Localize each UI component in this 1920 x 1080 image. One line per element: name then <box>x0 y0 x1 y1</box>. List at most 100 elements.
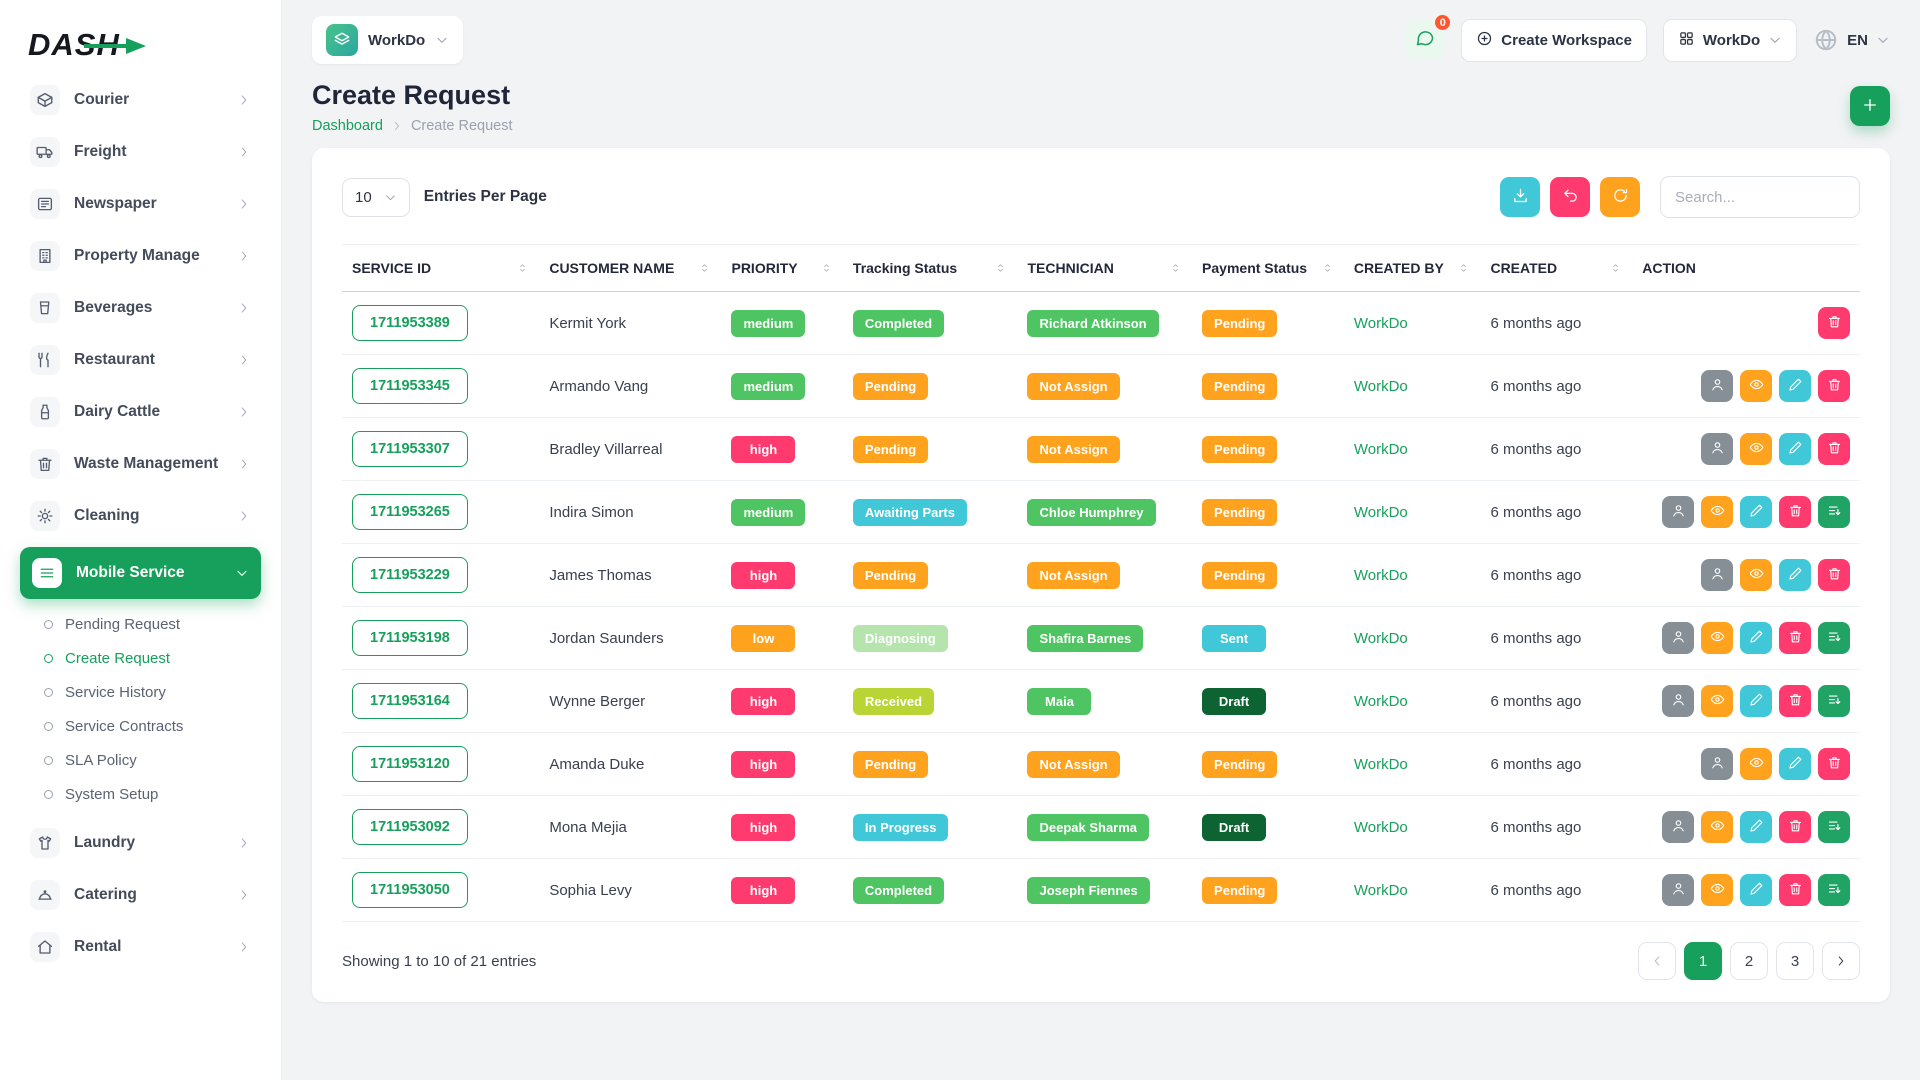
tasks-action-button[interactable] <box>1818 811 1850 843</box>
view-action-button[interactable] <box>1701 685 1733 717</box>
workspace-dropdown[interactable]: WorkDo <box>1663 19 1797 62</box>
view-action-button[interactable] <box>1701 874 1733 906</box>
delete-action-button[interactable] <box>1818 748 1850 780</box>
sidebar-subitem-pending-request[interactable]: Pending Request <box>36 607 261 641</box>
created-by-link[interactable]: WorkDo <box>1354 567 1408 584</box>
language-selector[interactable]: EN <box>1813 27 1890 53</box>
created-by-link[interactable]: WorkDo <box>1354 504 1408 521</box>
column-header-payment-status[interactable]: Payment Status <box>1192 245 1344 292</box>
breadcrumb-dashboard-link[interactable]: Dashboard <box>312 118 383 134</box>
page-button-3[interactable]: 3 <box>1776 942 1814 980</box>
edit-action-button[interactable] <box>1740 685 1772 717</box>
column-header-created-by[interactable]: CREATED BY <box>1344 245 1481 292</box>
sidebar-item-courier[interactable]: Courier <box>20 74 261 126</box>
delete-action-button[interactable] <box>1818 559 1850 591</box>
column-header-priority[interactable]: PRIORITY <box>721 245 842 292</box>
sidebar-item-property-manage[interactable]: Property Manage <box>20 230 261 282</box>
service-id-badge[interactable]: 1711953198 <box>352 620 468 656</box>
tasks-action-button[interactable] <box>1818 685 1850 717</box>
page-button-2[interactable]: 2 <box>1730 942 1768 980</box>
view-action-button[interactable] <box>1740 748 1772 780</box>
export-button[interactable] <box>1500 177 1540 217</box>
service-id-badge[interactable]: 1711953164 <box>352 683 468 719</box>
delete-action-button[interactable] <box>1779 685 1811 717</box>
sidebar-item-dairy-cattle[interactable]: Dairy Cattle <box>20 386 261 438</box>
service-id-badge[interactable]: 1711953345 <box>352 368 468 404</box>
view-action-button[interactable] <box>1701 811 1733 843</box>
assign-action-button[interactable] <box>1662 496 1694 528</box>
assign-action-button[interactable] <box>1701 748 1733 780</box>
edit-action-button[interactable] <box>1740 622 1772 654</box>
tasks-action-button[interactable] <box>1818 622 1850 654</box>
sidebar-subitem-system-setup[interactable]: System Setup <box>36 777 261 811</box>
assign-action-button[interactable] <box>1662 685 1694 717</box>
created-by-link[interactable]: WorkDo <box>1354 693 1408 710</box>
sort-icon[interactable] <box>1321 262 1334 275</box>
service-id-badge[interactable]: 1711953265 <box>352 494 468 530</box>
delete-action-button[interactable] <box>1818 433 1850 465</box>
service-id-badge[interactable]: 1711953092 <box>352 809 468 845</box>
assign-action-button[interactable] <box>1662 622 1694 654</box>
column-header-technician[interactable]: TECHNICIAN <box>1017 245 1192 292</box>
assign-action-button[interactable] <box>1701 433 1733 465</box>
edit-action-button[interactable] <box>1740 811 1772 843</box>
view-action-button[interactable] <box>1701 622 1733 654</box>
sort-icon[interactable] <box>994 262 1007 275</box>
sidebar-subitem-create-request[interactable]: Create Request <box>36 641 261 675</box>
sidebar-item-freight[interactable]: Freight <box>20 126 261 178</box>
refresh-button[interactable] <box>1600 177 1640 217</box>
next-page-button[interactable] <box>1822 942 1860 980</box>
edit-action-button[interactable] <box>1740 874 1772 906</box>
sort-icon[interactable] <box>1609 262 1622 275</box>
sidebar-item-beverages[interactable]: Beverages <box>20 282 261 334</box>
sort-icon[interactable] <box>820 262 833 275</box>
delete-action-button[interactable] <box>1818 370 1850 402</box>
created-by-link[interactable]: WorkDo <box>1354 630 1408 647</box>
sidebar-item-waste-management[interactable]: Waste Management <box>20 438 261 490</box>
view-action-button[interactable] <box>1740 559 1772 591</box>
sidebar-item-cleaning[interactable]: Cleaning <box>20 490 261 542</box>
previous-page-button[interactable] <box>1638 942 1676 980</box>
sidebar-subitem-service-contracts[interactable]: Service Contracts <box>36 709 261 743</box>
sidebar-item-laundry[interactable]: Laundry <box>20 817 261 869</box>
column-header-service-id[interactable]: SERVICE ID <box>342 245 539 292</box>
edit-action-button[interactable] <box>1779 433 1811 465</box>
sidebar-item-restaurant[interactable]: Restaurant <box>20 334 261 386</box>
entries-per-page-select[interactable]: 10 <box>342 178 410 217</box>
delete-action-button[interactable] <box>1818 307 1850 339</box>
sidebar-item-catering[interactable]: Catering <box>20 869 261 921</box>
assign-action-button[interactable] <box>1701 370 1733 402</box>
created-by-link[interactable]: WorkDo <box>1354 378 1408 395</box>
page-button-1[interactable]: 1 <box>1684 942 1722 980</box>
app-logo[interactable]: DASH <box>28 18 261 72</box>
created-by-link[interactable]: WorkDo <box>1354 441 1408 458</box>
delete-action-button[interactable] <box>1779 874 1811 906</box>
sidebar-item-rental[interactable]: Rental <box>20 921 261 973</box>
sidebar-item-newspaper[interactable]: Newspaper <box>20 178 261 230</box>
back-button[interactable] <box>1550 177 1590 217</box>
view-action-button[interactable] <box>1740 433 1772 465</box>
column-header-created[interactable]: CREATED <box>1480 245 1632 292</box>
created-by-link[interactable]: WorkDo <box>1354 819 1408 836</box>
service-id-badge[interactable]: 1711953389 <box>352 305 468 341</box>
assign-action-button[interactable] <box>1701 559 1733 591</box>
column-header-tracking-status[interactable]: Tracking Status <box>843 245 1018 292</box>
sort-icon[interactable] <box>516 262 529 275</box>
edit-action-button[interactable] <box>1779 748 1811 780</box>
sort-icon[interactable] <box>1169 262 1182 275</box>
tasks-action-button[interactable] <box>1818 496 1850 528</box>
assign-action-button[interactable] <box>1662 874 1694 906</box>
sidebar-item-mobile-service[interactable]: Mobile Service <box>20 547 261 599</box>
tasks-action-button[interactable] <box>1818 874 1850 906</box>
column-header-customer-name[interactable]: CUSTOMER NAME <box>539 245 721 292</box>
edit-action-button[interactable] <box>1779 559 1811 591</box>
add-request-button[interactable] <box>1850 86 1890 126</box>
delete-action-button[interactable] <box>1779 811 1811 843</box>
service-id-badge[interactable]: 1711953050 <box>352 872 468 908</box>
view-action-button[interactable] <box>1701 496 1733 528</box>
service-id-badge[interactable]: 1711953229 <box>352 557 468 593</box>
edit-action-button[interactable] <box>1779 370 1811 402</box>
sort-icon[interactable] <box>1457 262 1470 275</box>
edit-action-button[interactable] <box>1740 496 1772 528</box>
view-action-button[interactable] <box>1740 370 1772 402</box>
